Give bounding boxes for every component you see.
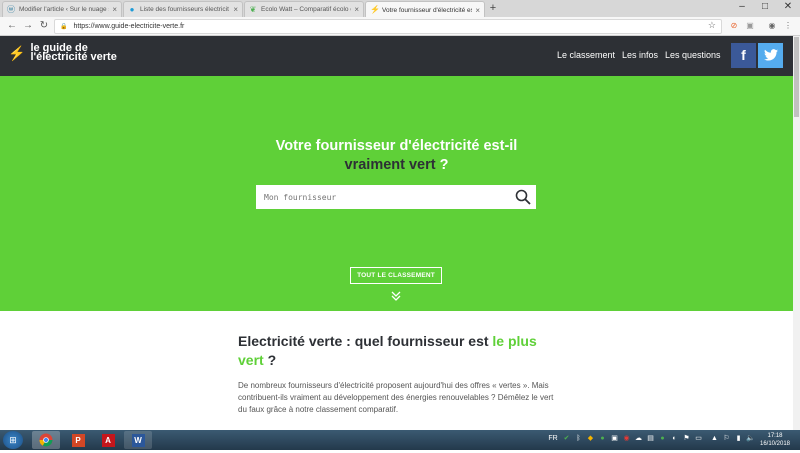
address-bar[interactable]: 🔒 https://www.guide-electricite-verte.fr… [54, 19, 722, 34]
browser-tab[interactable]: ❦ Ecolo Watt – Comparatif écolo d × [244, 1, 364, 17]
reload-button[interactable]: ↻ [37, 19, 51, 33]
tray-app-icon[interactable]: ◐ [670, 434, 679, 444]
website: ⚡ le guide de l'électricité verte Le cla… [0, 36, 793, 430]
hero-title: Votre fournisseur d'électricité est-il v… [0, 137, 793, 175]
nav-link-questions[interactable]: Les questions [665, 50, 721, 60]
extension-icon[interactable]: ◉ [766, 20, 778, 32]
hero-title-line2: vraiment vert [344, 157, 436, 173]
close-icon[interactable]: × [112, 5, 117, 14]
site-logo[interactable]: ⚡ le guide de l'électricité verte [8, 43, 117, 63]
close-icon[interactable]: × [233, 5, 238, 14]
facebook-icon: f [741, 47, 746, 63]
show-hidden-icons[interactable]: ▲ [710, 434, 719, 444]
tray-app-icon[interactable]: ● [598, 434, 607, 444]
clock-date: 16/10/2018 [759, 441, 791, 447]
close-icon[interactable]: × [354, 5, 359, 14]
twitter-icon [763, 49, 778, 61]
extension-icon[interactable]: ▣ [744, 20, 756, 32]
close-icon[interactable]: × [475, 6, 480, 15]
word-icon: W [131, 434, 145, 447]
tray-app-icon[interactable]: ● [658, 434, 667, 444]
tray-app-icon[interactable]: ☁ [634, 434, 643, 444]
scrollbar-thumb[interactable] [794, 37, 799, 117]
chevron-double-down-icon[interactable] [390, 290, 402, 302]
url-text: https://www.guide-electricite-verte.fr [73, 23, 185, 30]
intro-heading-part2: ? [263, 352, 277, 368]
logo-line2: l'électricité verte [30, 51, 117, 63]
taskbar: ⊞ P A W FR ✔ ᛒ ◆ ● ▣ ◉ ☁ ▤ ● ◐ ⚑ ▭ ▲ ⚐ ▮… [0, 430, 800, 450]
site-header: ⚡ le guide de l'électricité verte Le cla… [0, 36, 793, 76]
bolt-icon: ⚡ [8, 44, 26, 61]
tray-app-icon[interactable]: ▭ [694, 434, 703, 444]
start-button[interactable]: ⊞ [3, 431, 23, 449]
browser-tab[interactable]: ● Liste des fournisseurs électricit × [123, 1, 243, 17]
provider-search [256, 185, 536, 209]
globe-icon: ● [129, 4, 135, 14]
hero-title-question: ? [435, 157, 449, 173]
logo-text: le guide de l'électricité verte [30, 43, 117, 63]
tray-app-icon[interactable]: ⚑ [682, 434, 691, 444]
nav-link-classement[interactable]: Le classement [557, 50, 615, 60]
bluetooth-icon[interactable]: ᛒ [574, 434, 583, 444]
twitter-button[interactable] [758, 43, 783, 68]
tray-app-icon[interactable]: ▣ [610, 434, 619, 444]
volume-icon[interactable]: 🔈 [746, 434, 755, 444]
powerpoint-icon: P [71, 434, 85, 447]
lock-icon: 🔒 [60, 24, 68, 30]
intro-paragraph: De nombreux fournisseurs d'électricité p… [238, 381, 554, 414]
intro-heading: Electricité verte : quel fournisseur est… [238, 332, 558, 370]
tab-title: Liste des fournisseurs électricit [140, 6, 229, 13]
intro-heading-part1: Electricité verte : quel fournisseur est [238, 333, 493, 349]
browser-tab[interactable]: ⓦ Modifier l'article ‹ Sur le nuage › × [2, 1, 122, 17]
chrome-icon [39, 433, 53, 447]
wordpress-icon: ⓦ [7, 4, 15, 14]
full-ranking-button[interactable]: TOUT LE CLASSEMENT [350, 267, 442, 284]
browser-tabbar: ⓦ Modifier l'article ‹ Sur le nuage › × … [0, 0, 800, 18]
browser-toolbar: ← → ↻ 🔒 https://www.guide-electricite-ve… [0, 17, 800, 36]
bolt-icon: ⚡ [370, 5, 380, 14]
language-indicator[interactable]: FR [546, 434, 560, 444]
check-icon[interactable]: ✔ [562, 434, 571, 444]
tab-title: Ecolo Watt – Comparatif écolo d [261, 6, 352, 13]
new-tab-button[interactable]: + [486, 3, 500, 15]
pdf-icon: A [101, 434, 115, 447]
hero-section: Votre fournisseur d'électricité est-il v… [0, 76, 793, 311]
extension-icon[interactable]: ⊘ [728, 20, 740, 32]
window-close-button[interactable]: ✕ [776, 0, 800, 14]
browser-tab-active[interactable]: ⚡ Votre fournisseur d'électricité es × [365, 1, 485, 18]
chrome-taskbar-icon[interactable] [32, 431, 60, 449]
menu-icon[interactable]: ⋮ [782, 20, 794, 32]
system-clock[interactable]: 17:18 16/10/2018 [756, 432, 794, 448]
tab-title: Votre fournisseur d'électricité es [382, 6, 473, 14]
leaf-icon: ❦ [249, 4, 257, 14]
tray-app-icon[interactable]: ◆ [586, 434, 595, 444]
page-scrollbar[interactable] [793, 36, 800, 430]
tab-title: Modifier l'article ‹ Sur le nuage › [19, 6, 110, 13]
search-icon[interactable] [515, 189, 531, 205]
minimize-button[interactable]: – [730, 0, 754, 14]
tray-app-icon[interactable]: ◉ [622, 434, 631, 444]
flag-icon[interactable]: ⚐ [722, 434, 731, 444]
facebook-button[interactable]: f [731, 43, 756, 68]
nav-link-infos[interactable]: Les infos [622, 50, 658, 60]
acrobat-taskbar-icon[interactable]: A [94, 431, 122, 449]
word-taskbar-icon[interactable]: W [124, 431, 152, 449]
clock-time: 17:18 [767, 433, 783, 439]
maximize-button[interactable]: □ [753, 0, 777, 14]
forward-button[interactable]: → [21, 19, 35, 33]
star-icon[interactable]: ☆ [708, 20, 716, 31]
hero-title-line1: Votre fournisseur d'électricité est-il [275, 138, 518, 154]
network-icon[interactable]: ▮ [734, 434, 743, 444]
tray-app-icon[interactable]: ▤ [646, 434, 655, 444]
back-button[interactable]: ← [5, 19, 19, 33]
provider-search-input[interactable] [256, 185, 506, 209]
powerpoint-taskbar-icon[interactable]: P [64, 431, 92, 449]
